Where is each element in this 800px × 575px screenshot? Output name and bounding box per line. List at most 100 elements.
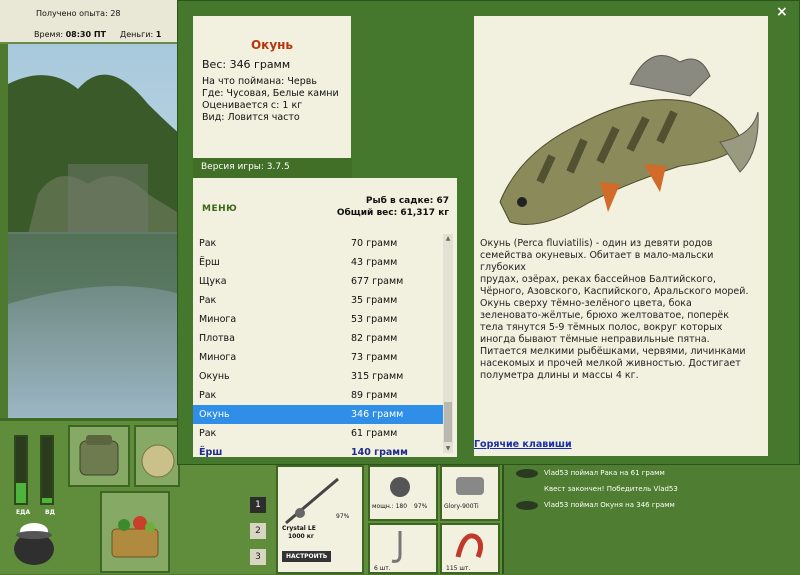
rod-slot[interactable]: Crystal LE 1000 кг 97% НАСТРОИТЬ — [276, 465, 364, 574]
scroll-down-icon[interactable]: ▼ — [444, 445, 452, 452]
catch-fish-weight: 43 грамм — [351, 257, 398, 268]
catch-row[interactable]: Рак 89 грамм — [193, 386, 443, 405]
player-status-panel: ЕДА ВД — [0, 418, 180, 574]
catch-list-panel: Рак 70 грамм Ёрш 43 грамм Щука 677 грамм Рак 35… — [193, 230, 457, 458]
fish-value-threshold: Оценивается с: 1 кг — [202, 100, 303, 111]
time-value: 08:30 ПТ — [65, 30, 106, 39]
line-slot[interactable]: Glory-900Ti — [440, 465, 500, 521]
catch-fish-weight: 140 грамм — [351, 447, 408, 458]
hooks-slot[interactable]: 6 шт. — [368, 523, 438, 574]
bait-count: 115 шт. — [446, 565, 471, 572]
catch-row[interactable]: Минога 73 грамм — [193, 348, 443, 367]
top-status-bar: Получено опыта: 28 Время: 08:30 ПТ Деньг… — [0, 0, 180, 44]
food-sack-slot[interactable] — [134, 425, 180, 487]
catch-fish-name: Рак — [199, 238, 217, 249]
catch-row[interactable]: Окунь 315 грамм — [193, 367, 443, 386]
setup-button[interactable]: НАСТРОИТЬ — [282, 551, 332, 562]
catch-fish-name: Окунь — [199, 371, 230, 382]
cauldron-button[interactable] — [8, 513, 60, 569]
hook-icon — [391, 531, 402, 563]
catch-list-scrollbar[interactable]: ▲ ▼ — [443, 234, 453, 453]
slot-3-button[interactable]: 3 — [250, 549, 266, 565]
catch-row[interactable]: Рак 35 грамм — [193, 291, 443, 310]
hooks-count: 6 шт. — [374, 565, 391, 572]
line-name: Glory-900Ti — [444, 503, 479, 510]
bait-slot[interactable]: 115 шт. — [440, 523, 500, 574]
total-weight: Общий вес: 61,317 кг — [336, 208, 449, 218]
fish-caught-on: На что поймана: Червь — [202, 76, 317, 87]
money-value: 1 — [155, 30, 162, 39]
perch-image — [499, 55, 759, 225]
close-icon[interactable]: × — [776, 4, 788, 20]
reel-power: мощн.: 180 — [372, 503, 408, 510]
catch-fish-weight: 89 грамм — [351, 390, 398, 401]
catch-fish-name: Ёрш — [199, 257, 220, 268]
catch-fish-name: Минога — [199, 314, 237, 325]
bag-slot[interactable] — [68, 425, 130, 487]
description-text: Окунь (Perca fluviatilis) - один из девя… — [480, 238, 749, 381]
catch-list[interactable]: Рак 70 грамм Ёрш 43 грамм Щука 677 грамм Рак 35… — [193, 234, 443, 462]
scroll-up-icon[interactable]: ▲ — [444, 235, 452, 242]
catch-row[interactable]: Щука 677 грамм — [193, 272, 443, 291]
rod-name: Crystal LE — [282, 525, 316, 532]
log-entry: Vlad53 поймал Окуня на 346 грамм — [510, 497, 800, 515]
catch-row[interactable]: Плотва 82 грамм — [193, 329, 443, 348]
game-version: Версия игры: 3.7.5 — [193, 158, 352, 178]
time-label: Время: — [34, 30, 64, 39]
water-meter — [40, 435, 54, 505]
fish-description-panel: Окунь (Perca fluviatilis) - один из девя… — [474, 16, 768, 456]
log-text: Vlad53 поймал Окуня на 346 грамм — [544, 501, 675, 509]
scroll-thumb[interactable] — [444, 402, 452, 442]
rod-percent: 97% — [336, 513, 350, 520]
cooking-pot-icon — [14, 523, 54, 565]
catch-row[interactable]: Минога 53 грамм — [193, 310, 443, 329]
catch-fish-name: Рак — [199, 428, 217, 439]
catch-fish-weight: 677 грамм — [351, 276, 404, 287]
vegetable-basket-icon — [111, 516, 159, 558]
hotkeys-link[interactable]: Горячие клавиши — [474, 439, 572, 450]
fish-title: Окунь — [250, 38, 294, 52]
keepnet-stats: МЕНЮ Рыб в садке: 67 Общий вес: 61,317 к… — [193, 178, 457, 230]
catch-fish-weight: 82 грамм — [351, 333, 398, 344]
slot-1-button[interactable]: 1 — [250, 497, 266, 513]
slot-2-button[interactable]: 2 — [250, 523, 266, 539]
catch-row[interactable]: Ёрш 43 грамм — [193, 253, 443, 272]
catch-fish-weight: 53 грамм — [351, 314, 398, 325]
fishing-scene[interactable] — [8, 44, 180, 418]
catch-fish-name: Минога — [199, 352, 237, 363]
experience-text: Получено опыта: 28 — [36, 9, 121, 18]
time-display: Время: 08:30 ПТ — [34, 30, 106, 39]
log-text: Vlad53 поймал Рака на 61 грамм — [544, 469, 665, 477]
catch-fish-name: Рак — [199, 295, 217, 306]
river-scene-image — [8, 44, 180, 418]
menu-button[interactable]: МЕНЮ — [202, 204, 237, 214]
catch-row[interactable]: Рак 70 грамм — [193, 234, 443, 253]
money-label: Деньги: — [120, 30, 154, 39]
catch-fish-weight: 315 грамм — [351, 371, 404, 382]
catch-fish-weight: 346 грамм — [351, 409, 404, 420]
basket-slot[interactable] — [100, 491, 170, 573]
food-meter — [14, 435, 28, 505]
catch-fish-name: Ёрш — [199, 447, 223, 458]
catch-row[interactable]: Рак 61 грамм — [193, 424, 443, 443]
money-display: Деньги: 1 — [120, 30, 161, 39]
reel-icon — [390, 477, 410, 497]
catch-fish-weight: 73 грамм — [351, 352, 398, 363]
sack-icon — [141, 444, 175, 478]
equipment-panel: 1 2 3 Crystal LE 1000 кг 97% НАСТРОИТЬ м… — [180, 465, 502, 574]
catch-fish-weight: 35 грамм — [351, 295, 398, 306]
fishing-rod-icon — [285, 477, 339, 525]
catch-row[interactable]: Ёрш 140 грамм — [193, 443, 443, 462]
catch-fish-name: Рак — [199, 390, 217, 401]
fish-icon — [516, 501, 538, 510]
event-log: Vlad53 поймал Рака на 61 грамм Квест зак… — [502, 465, 800, 574]
catch-row[interactable]: Окунь 346 грамм — [193, 405, 443, 424]
reel-percent: 97% — [414, 503, 428, 510]
fish-icon — [516, 469, 538, 478]
fish-count: Рыб в садке: 67 — [365, 196, 449, 206]
log-text: Квест закончен! Победитель Vlad53 — [544, 485, 678, 493]
reel-slot[interactable]: мощн.: 180 97% — [368, 465, 438, 521]
rod-length: 1000 кг — [288, 533, 314, 540]
catch-fish-weight: 61 грамм — [351, 428, 398, 439]
fish-info-card: Окунь Вес: 346 грамм На что поймана: Чер… — [193, 16, 351, 158]
